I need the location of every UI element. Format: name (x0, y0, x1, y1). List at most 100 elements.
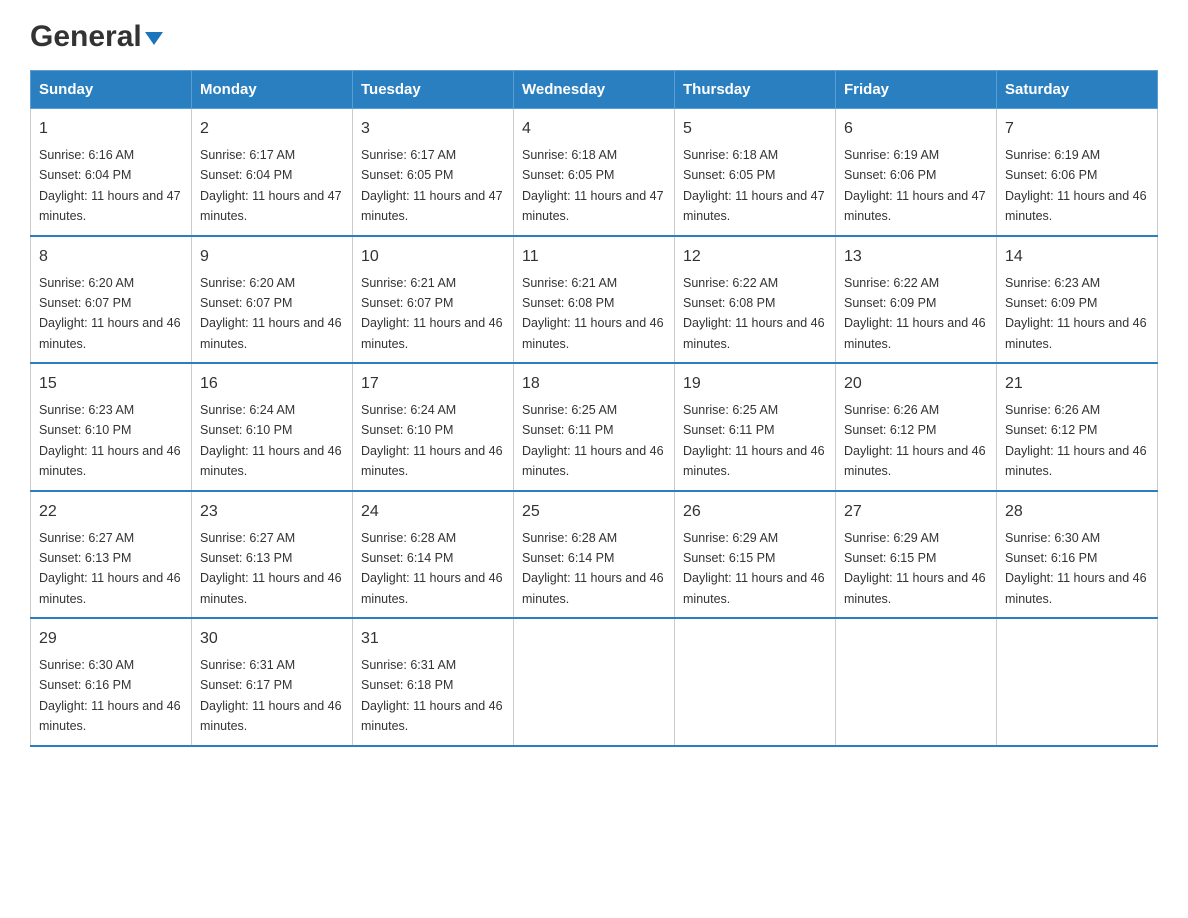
calendar-cell: 5 Sunrise: 6:18 AMSunset: 6:05 PMDayligh… (675, 109, 836, 236)
day-info: Sunrise: 6:25 AMSunset: 6:11 PMDaylight:… (522, 403, 664, 478)
calendar-cell: 10 Sunrise: 6:21 AMSunset: 6:07 PMDaylig… (353, 236, 514, 364)
day-number: 11 (522, 245, 666, 269)
calendar-cell: 31 Sunrise: 6:31 AMSunset: 6:18 PMDaylig… (353, 618, 514, 746)
day-info: Sunrise: 6:23 AMSunset: 6:09 PMDaylight:… (1005, 276, 1147, 351)
header-friday: Friday (836, 71, 997, 109)
day-number: 7 (1005, 117, 1149, 141)
day-number: 23 (200, 500, 344, 524)
day-info: Sunrise: 6:28 AMSunset: 6:14 PMDaylight:… (361, 531, 503, 606)
day-info: Sunrise: 6:23 AMSunset: 6:10 PMDaylight:… (39, 403, 181, 478)
day-number: 3 (361, 117, 505, 141)
day-info: Sunrise: 6:31 AMSunset: 6:17 PMDaylight:… (200, 658, 342, 733)
calendar-cell: 16 Sunrise: 6:24 AMSunset: 6:10 PMDaylig… (192, 363, 353, 491)
day-info: Sunrise: 6:22 AMSunset: 6:09 PMDaylight:… (844, 276, 986, 351)
calendar-table: SundayMondayTuesdayWednesdayThursdayFrid… (30, 70, 1158, 747)
day-number: 26 (683, 500, 827, 524)
calendar-cell: 9 Sunrise: 6:20 AMSunset: 6:07 PMDayligh… (192, 236, 353, 364)
logo-row1: General (30, 20, 163, 54)
day-number: 6 (844, 117, 988, 141)
calendar-cell: 14 Sunrise: 6:23 AMSunset: 6:09 PMDaylig… (997, 236, 1158, 364)
logo-arrow-icon (145, 32, 163, 45)
calendar-cell (675, 618, 836, 746)
calendar-cell: 12 Sunrise: 6:22 AMSunset: 6:08 PMDaylig… (675, 236, 836, 364)
calendar-cell: 1 Sunrise: 6:16 AMSunset: 6:04 PMDayligh… (31, 109, 192, 236)
calendar-cell: 8 Sunrise: 6:20 AMSunset: 6:07 PMDayligh… (31, 236, 192, 364)
logo: General (30, 20, 163, 50)
day-number: 18 (522, 372, 666, 396)
day-info: Sunrise: 6:24 AMSunset: 6:10 PMDaylight:… (361, 403, 503, 478)
header-monday: Monday (192, 71, 353, 109)
day-number: 17 (361, 372, 505, 396)
day-number: 20 (844, 372, 988, 396)
day-info: Sunrise: 6:22 AMSunset: 6:08 PMDaylight:… (683, 276, 825, 351)
calendar-cell: 6 Sunrise: 6:19 AMSunset: 6:06 PMDayligh… (836, 109, 997, 236)
week-row-3: 15 Sunrise: 6:23 AMSunset: 6:10 PMDaylig… (31, 363, 1158, 491)
header-sunday: Sunday (31, 71, 192, 109)
header-row: SundayMondayTuesdayWednesdayThursdayFrid… (31, 71, 1158, 109)
day-number: 2 (200, 117, 344, 141)
calendar-cell: 3 Sunrise: 6:17 AMSunset: 6:05 PMDayligh… (353, 109, 514, 236)
calendar-cell: 29 Sunrise: 6:30 AMSunset: 6:16 PMDaylig… (31, 618, 192, 746)
day-number: 10 (361, 245, 505, 269)
calendar-cell: 17 Sunrise: 6:24 AMSunset: 6:10 PMDaylig… (353, 363, 514, 491)
day-info: Sunrise: 6:31 AMSunset: 6:18 PMDaylight:… (361, 658, 503, 733)
day-info: Sunrise: 6:30 AMSunset: 6:16 PMDaylight:… (1005, 531, 1147, 606)
calendar-cell: 20 Sunrise: 6:26 AMSunset: 6:12 PMDaylig… (836, 363, 997, 491)
week-row-2: 8 Sunrise: 6:20 AMSunset: 6:07 PMDayligh… (31, 236, 1158, 364)
calendar-cell: 21 Sunrise: 6:26 AMSunset: 6:12 PMDaylig… (997, 363, 1158, 491)
day-info: Sunrise: 6:25 AMSunset: 6:11 PMDaylight:… (683, 403, 825, 478)
day-number: 31 (361, 627, 505, 651)
calendar-cell: 28 Sunrise: 6:30 AMSunset: 6:16 PMDaylig… (997, 491, 1158, 619)
day-number: 22 (39, 500, 183, 524)
header-wednesday: Wednesday (514, 71, 675, 109)
calendar-cell: 25 Sunrise: 6:28 AMSunset: 6:14 PMDaylig… (514, 491, 675, 619)
day-info: Sunrise: 6:20 AMSunset: 6:07 PMDaylight:… (200, 276, 342, 351)
day-number: 9 (200, 245, 344, 269)
day-number: 19 (683, 372, 827, 396)
day-number: 5 (683, 117, 827, 141)
calendar-cell: 15 Sunrise: 6:23 AMSunset: 6:10 PMDaylig… (31, 363, 192, 491)
day-info: Sunrise: 6:27 AMSunset: 6:13 PMDaylight:… (39, 531, 181, 606)
day-info: Sunrise: 6:24 AMSunset: 6:10 PMDaylight:… (200, 403, 342, 478)
day-number: 12 (683, 245, 827, 269)
logo-general-text: General (30, 20, 142, 54)
calendar-cell: 24 Sunrise: 6:28 AMSunset: 6:14 PMDaylig… (353, 491, 514, 619)
calendar-cell: 7 Sunrise: 6:19 AMSunset: 6:06 PMDayligh… (997, 109, 1158, 236)
day-info: Sunrise: 6:21 AMSunset: 6:07 PMDaylight:… (361, 276, 503, 351)
header-tuesday: Tuesday (353, 71, 514, 109)
week-row-1: 1 Sunrise: 6:16 AMSunset: 6:04 PMDayligh… (31, 109, 1158, 236)
day-info: Sunrise: 6:18 AMSunset: 6:05 PMDaylight:… (522, 148, 664, 223)
day-number: 16 (200, 372, 344, 396)
calendar-cell: 18 Sunrise: 6:25 AMSunset: 6:11 PMDaylig… (514, 363, 675, 491)
calendar-cell: 23 Sunrise: 6:27 AMSunset: 6:13 PMDaylig… (192, 491, 353, 619)
calendar-cell: 22 Sunrise: 6:27 AMSunset: 6:13 PMDaylig… (31, 491, 192, 619)
day-number: 28 (1005, 500, 1149, 524)
week-row-4: 22 Sunrise: 6:27 AMSunset: 6:13 PMDaylig… (31, 491, 1158, 619)
day-number: 13 (844, 245, 988, 269)
day-info: Sunrise: 6:19 AMSunset: 6:06 PMDaylight:… (844, 148, 986, 223)
header-saturday: Saturday (997, 71, 1158, 109)
day-number: 27 (844, 500, 988, 524)
calendar-cell (514, 618, 675, 746)
calendar-cell: 13 Sunrise: 6:22 AMSunset: 6:09 PMDaylig… (836, 236, 997, 364)
day-info: Sunrise: 6:19 AMSunset: 6:06 PMDaylight:… (1005, 148, 1147, 223)
day-number: 29 (39, 627, 183, 651)
day-info: Sunrise: 6:17 AMSunset: 6:04 PMDaylight:… (200, 148, 342, 223)
calendar-cell: 30 Sunrise: 6:31 AMSunset: 6:17 PMDaylig… (192, 618, 353, 746)
calendar-cell: 19 Sunrise: 6:25 AMSunset: 6:11 PMDaylig… (675, 363, 836, 491)
day-info: Sunrise: 6:20 AMSunset: 6:07 PMDaylight:… (39, 276, 181, 351)
page-header: General (30, 20, 1158, 50)
calendar-cell: 27 Sunrise: 6:29 AMSunset: 6:15 PMDaylig… (836, 491, 997, 619)
calendar-cell: 2 Sunrise: 6:17 AMSunset: 6:04 PMDayligh… (192, 109, 353, 236)
day-number: 4 (522, 117, 666, 141)
day-number: 1 (39, 117, 183, 141)
day-info: Sunrise: 6:26 AMSunset: 6:12 PMDaylight:… (844, 403, 986, 478)
day-number: 25 (522, 500, 666, 524)
day-info: Sunrise: 6:16 AMSunset: 6:04 PMDaylight:… (39, 148, 181, 223)
day-info: Sunrise: 6:27 AMSunset: 6:13 PMDaylight:… (200, 531, 342, 606)
day-number: 8 (39, 245, 183, 269)
day-info: Sunrise: 6:29 AMSunset: 6:15 PMDaylight:… (844, 531, 986, 606)
day-number: 30 (200, 627, 344, 651)
calendar-cell: 4 Sunrise: 6:18 AMSunset: 6:05 PMDayligh… (514, 109, 675, 236)
calendar-cell: 26 Sunrise: 6:29 AMSunset: 6:15 PMDaylig… (675, 491, 836, 619)
